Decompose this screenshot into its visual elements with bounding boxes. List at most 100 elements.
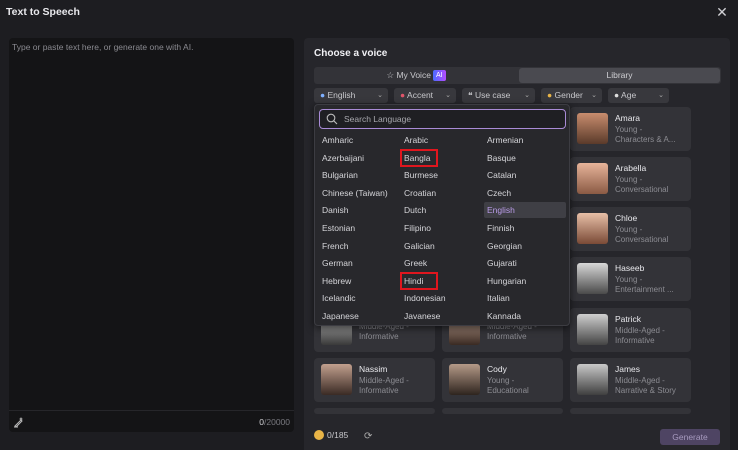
voice-desc: Middle-Aged - Informative [615,326,665,345]
avatar [577,163,608,194]
language-option[interactable]: Bulgarian [319,167,397,183]
avatar [449,364,480,395]
generate-button[interactable]: Generate [660,429,720,445]
language-option[interactable]: Japanese [319,308,397,324]
age-filter-label: Age [621,90,637,100]
voice-card[interactable]: Nassim Middle-Aged - Informative [314,358,435,402]
voice-card[interactable]: James Middle-Aged - Narrative & Story [570,358,691,402]
search-placeholder: Search Language [344,114,412,124]
language-filter-label: English [327,90,356,100]
voice-card[interactable] [570,408,691,414]
refresh-icon[interactable]: ⟳ [364,431,375,442]
chevron-down-icon: ⌄ [445,92,451,99]
language-option[interactable]: Chinese (Taiwan) [319,185,397,201]
language-option[interactable]: Kannada [484,308,566,324]
text-editor[interactable]: Type or paste text here, or generate one… [9,38,294,432]
voice-name: Chloe [615,213,638,223]
language-option[interactable]: Italian [484,290,566,306]
search-icon [326,113,338,125]
close-icon[interactable]: ✕ [714,4,730,20]
voice-tabs: ☆ My Voice AI Library [314,67,721,84]
age-filter[interactable]: ● Age ⌄ [608,88,669,103]
avatar [577,113,608,144]
use-case-filter[interactable]: ❝ Use case ⌄ [462,88,535,103]
language-option[interactable]: French [319,238,397,254]
language-option[interactable]: Icelandic [319,290,397,306]
language-option[interactable]: Finnish [484,220,566,236]
accent-filter[interactable]: ● Accent ⌄ [394,88,456,103]
voice-name: Patrick [615,314,641,324]
avatar [577,364,608,395]
language-option[interactable]: Basque [484,150,566,166]
language-dropdown: Search Language Amharic Azerbaijani Bulgar… [314,104,570,326]
tab-my-voice[interactable]: ☆ My Voice AI [315,68,517,83]
voice-card[interactable]: Arabella Young - Conversational [570,157,691,201]
language-option[interactable]: Gujarati [484,255,566,271]
choose-voice-heading: Choose a voice [314,48,388,59]
language-option[interactable]: Hungarian [484,273,566,289]
language-option[interactable]: Hebrew [319,273,397,289]
language-option[interactable]: Danish [319,202,397,218]
voice-name: Arabella [615,163,647,173]
coin-icon [314,430,324,440]
language-option[interactable]: Czech [484,185,566,201]
chevron-down-icon: ⌄ [658,92,664,99]
language-option[interactable]: Greek [401,255,479,271]
voice-card[interactable]: Amara Young - Characters & A... [570,107,691,151]
voice-card[interactable]: Haseeb Young - Entertainment ... [570,257,691,301]
language-filter[interactable]: ● English ⌄ [314,88,388,103]
voice-desc: Young - Conversational [615,225,669,244]
language-option[interactable]: Georgian [484,238,566,254]
voice-card[interactable] [314,408,435,414]
language-option[interactable]: Estonian [319,220,397,236]
accent-icon: ● [400,90,406,100]
voice-desc: Middle-Aged - Informative [359,376,409,395]
language-option[interactable]: Galician [401,238,479,254]
voice-desc: Young - Educational [487,376,529,395]
gender-icon: ● [547,90,553,100]
ai-write-icon[interactable] [13,416,25,428]
chevron-down-icon: ⌄ [524,92,530,99]
chevron-down-icon: ⌄ [591,92,597,99]
age-icon: ● [614,90,620,100]
language-option[interactable]: Amharic [319,132,397,148]
language-option[interactable]: Hindi [400,271,438,290]
chevron-down-icon: ⌄ [377,92,383,99]
language-option[interactable]: Javanese [401,308,479,324]
tab-my-voice-label: My Voice [396,70,431,80]
language-option[interactable]: Burmese [401,167,479,183]
voice-card[interactable]: Cody Young - Educational [442,358,563,402]
search-language-input[interactable]: Search Language [319,109,566,129]
language-option[interactable]: Bangla [400,148,438,167]
language-option[interactable]: German [319,255,397,271]
voice-name: Nassim [359,364,388,374]
text-to-speech-window: Text to Speech ✕ Type or paste text here… [0,0,738,450]
language-option[interactable]: Croatian [401,185,479,201]
language-option[interactable]: Catalan [484,167,566,183]
voice-name: James [615,364,641,374]
credit-count: 0/185 [327,430,349,440]
voice-name: Cody [487,364,507,374]
voice-card[interactable]: Chloe Young - Conversational [570,207,691,251]
language-option[interactable]: Arabic [401,132,479,148]
language-option[interactable]: Azerbaijani [319,150,397,166]
language-option[interactable]: Indonesian [401,290,479,306]
tab-library[interactable]: Library [519,68,720,83]
voice-desc: Young - Entertainment ... [615,275,674,294]
avatar [321,364,352,395]
voice-card[interactable]: Patrick Middle-Aged - Informative [570,308,691,352]
credits: 0/185 [314,430,348,440]
gender-filter[interactable]: ● Gender ⌄ [541,88,602,103]
voice-desc: Middle-Aged - Narrative & Story [615,376,676,395]
voice-name: Haseeb [615,263,645,273]
globe-icon: ● [320,90,326,100]
title-bar: Text to Speech ✕ [0,0,738,24]
voice-card[interactable] [442,408,563,414]
language-option[interactable]: English [484,202,566,219]
voice-desc: Young - Characters & A... [615,125,676,144]
voice-desc: Young - Conversational [615,175,669,194]
language-option[interactable]: Filipino [401,220,479,236]
voice-name: Amara [615,113,641,123]
language-option[interactable]: Dutch [401,202,479,218]
language-option[interactable]: Armenian [484,132,566,148]
